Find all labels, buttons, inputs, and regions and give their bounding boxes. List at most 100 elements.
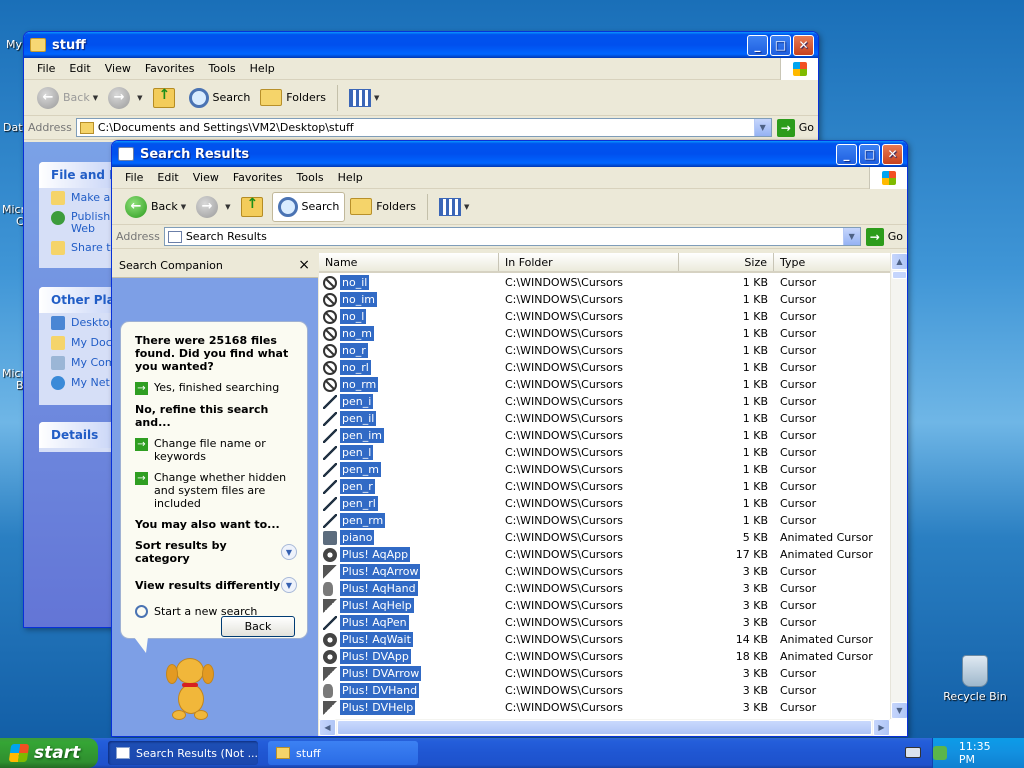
menu-edit[interactable]: Edit [62,60,97,77]
start-button[interactable]: start [0,738,98,768]
menu-favorites[interactable]: Favorites [138,60,202,77]
menu-tools[interactable]: Tools [202,60,243,77]
address-input[interactable]: Search Results ▼ [163,227,861,246]
table-row[interactable]: Plus! AqPen C:\WINDOWS\Cursors 3 KB Cursor [319,614,890,631]
vertical-scrollbar[interactable]: ▲ ▼ [890,253,907,719]
rover-dog-icon[interactable] [164,658,216,722]
desktop-icon-label[interactable]: Dat [3,121,23,134]
menu-help[interactable]: Help [331,169,370,186]
table-row[interactable]: pen_m C:\WINDOWS\Cursors 1 KB Cursor [319,461,890,478]
table-row[interactable]: pen_l C:\WINDOWS\Cursors 1 KB Cursor [319,444,890,461]
column-type[interactable]: Type [774,253,907,271]
panel-title[interactable]: Details [39,422,119,448]
table-row[interactable]: no_r C:\WINDOWS\Cursors 1 KB Cursor [319,342,890,359]
table-row[interactable]: Plus! AqApp C:\WINDOWS\Cursors 17 KB Animat… [319,546,890,563]
views-button[interactable]: ▼ [344,83,384,113]
views-button[interactable]: ▼ [434,192,474,222]
table-row[interactable]: Plus! AqHelp C:\WINDOWS\Cursors 3 KB Cursor [319,597,890,614]
menu-help[interactable]: Help [243,60,282,77]
scroll-thumb[interactable] [892,271,907,279]
keyboard-icon[interactable] [905,747,921,758]
view-results-link[interactable]: View results differently ▼ [135,577,297,593]
column-name[interactable]: Name [319,253,499,271]
horizontal-scrollbar[interactable]: ◀ ▶ [319,719,890,736]
scroll-up-button[interactable]: ▲ [891,253,907,270]
address-input[interactable]: C:\Documents and Settings\VM2\Desktop\st… [75,118,772,137]
table-row[interactable]: Plus! AqArrow C:\WINDOWS\Cursors 3 KB Curso… [319,563,890,580]
table-row[interactable]: pen_rl C:\WINDOWS\Cursors 1 KB Cursor [319,495,890,512]
change-hidden-link[interactable]: → Change whether hidden and system files … [135,471,297,510]
place-link[interactable]: Desktop [39,313,119,333]
table-row[interactable]: Plus! AqHand C:\WINDOWS\Cursors 3 KB Cursor [319,580,890,597]
finished-searching-link[interactable]: → Yes, finished searching [135,381,297,395]
table-row[interactable]: Plus! DVHand C:\WINDOWS\Cursors 3 KB Cursor [319,682,890,699]
menu-tools[interactable]: Tools [290,169,331,186]
folders-button[interactable]: Folders [345,192,421,222]
minimize-button[interactable]: _ [836,143,857,165]
maximize-button[interactable]: □ [859,143,880,165]
go-button[interactable]: → Go [865,227,903,246]
search-results-window[interactable]: Search Results _ □ ✕ File Edit View Favo… [111,140,908,737]
title-bar[interactable]: stuff _ □ ✕ [24,32,818,58]
companion-back-button[interactable]: Back [221,616,295,637]
menu-file[interactable]: File [30,60,62,77]
title-bar[interactable]: Search Results _ □ ✕ [112,141,907,167]
back-button[interactable]: ← Back ▼ [120,192,191,222]
column-size[interactable]: Size [679,253,774,271]
scroll-left-button[interactable]: ◀ [319,719,336,736]
table-row[interactable]: pen_il C:\WINDOWS\Cursors 1 KB Cursor [319,410,890,427]
search-button[interactable]: Search [184,83,256,113]
change-name-link[interactable]: → Change file name or keywords [135,437,297,463]
table-row[interactable]: no_l C:\WINDOWS\Cursors 1 KB Cursor [319,308,890,325]
task-link[interactable]: Publish Web [39,208,119,238]
panel-title[interactable]: Other Plac [39,287,119,313]
close-button[interactable]: ✕ [882,143,903,165]
recycle-bin[interactable]: Recycle Bin [940,655,1010,703]
back-button[interactable]: ← Back ▼ [32,83,103,113]
scroll-down-button[interactable]: ▼ [891,702,907,719]
table-row[interactable]: Plus! AqWait C:\WINDOWS\Cursors 14 KB Anima… [319,631,890,648]
close-button[interactable]: ✕ [793,34,814,56]
close-icon[interactable]: × [298,257,310,273]
sort-results-link[interactable]: Sort results by category ▼ [135,539,297,565]
forward-button[interactable]: → ▼ [191,192,235,222]
address-dropdown[interactable]: ▼ [753,119,771,136]
table-row[interactable]: pen_im C:\WINDOWS\Cursors 1 KB Cursor [319,427,890,444]
folders-button[interactable]: Folders [255,83,331,113]
place-link[interactable]: My Com [39,353,119,373]
table-row[interactable]: pen_rm C:\WINDOWS\Cursors 1 KB Cursor [319,512,890,529]
taskbar-item-stuff[interactable]: stuff [268,741,418,765]
maximize-button[interactable]: □ [770,34,791,56]
search-button[interactable]: Search [271,191,346,222]
forward-button[interactable]: → ▼ [103,83,147,113]
table-row[interactable]: pen_r C:\WINDOWS\Cursors 1 KB Cursor [319,478,890,495]
table-row[interactable]: no_im C:\WINDOWS\Cursors 1 KB Cursor [319,291,890,308]
menu-favorites[interactable]: Favorites [226,169,290,186]
task-link[interactable]: Make a [39,188,119,208]
taskbar-item-search-results[interactable]: Search Results (Not ... [108,741,258,765]
table-row[interactable]: no_rl C:\WINDOWS\Cursors 1 KB Cursor [319,359,890,376]
menu-edit[interactable]: Edit [150,169,185,186]
menu-view[interactable]: View [98,60,138,77]
place-link[interactable]: My Net [39,373,119,393]
up-button[interactable] [148,83,184,113]
table-row[interactable]: Plus! DVApp C:\WINDOWS\Cursors 18 KB Animat… [319,648,890,665]
table-row[interactable]: no_il C:\WINDOWS\Cursors 1 KB Cursor [319,274,890,291]
hscroll-thumb[interactable] [337,720,872,735]
clock[interactable]: 11:35 PM [959,740,1010,766]
scroll-right-button[interactable]: ▶ [873,719,890,736]
minimize-button[interactable]: _ [747,34,768,56]
table-row[interactable]: no_rm C:\WINDOWS\Cursors 1 KB Cursor [319,376,890,393]
panel-title[interactable]: File and Fo [39,162,119,188]
desktop-icon-label[interactable]: My [6,38,22,51]
place-link[interactable]: My Doc [39,333,119,353]
go-button[interactable]: → Go [776,118,814,137]
up-button[interactable] [236,192,272,222]
table-row[interactable]: piano C:\WINDOWS\Cursors 5 KB Animated Curs… [319,529,890,546]
table-row[interactable]: Plus! DVHelp C:\WINDOWS\Cursors 3 KB Cursor [319,699,890,716]
menu-file[interactable]: File [118,169,150,186]
table-row[interactable]: pen_i C:\WINDOWS\Cursors 1 KB Cursor [319,393,890,410]
table-row[interactable]: Plus! DVArrow C:\WINDOWS\Cursors 3 KB Curso… [319,665,890,682]
address-dropdown[interactable]: ▼ [842,228,860,245]
table-row[interactable]: no_m C:\WINDOWS\Cursors 1 KB Cursor [319,325,890,342]
